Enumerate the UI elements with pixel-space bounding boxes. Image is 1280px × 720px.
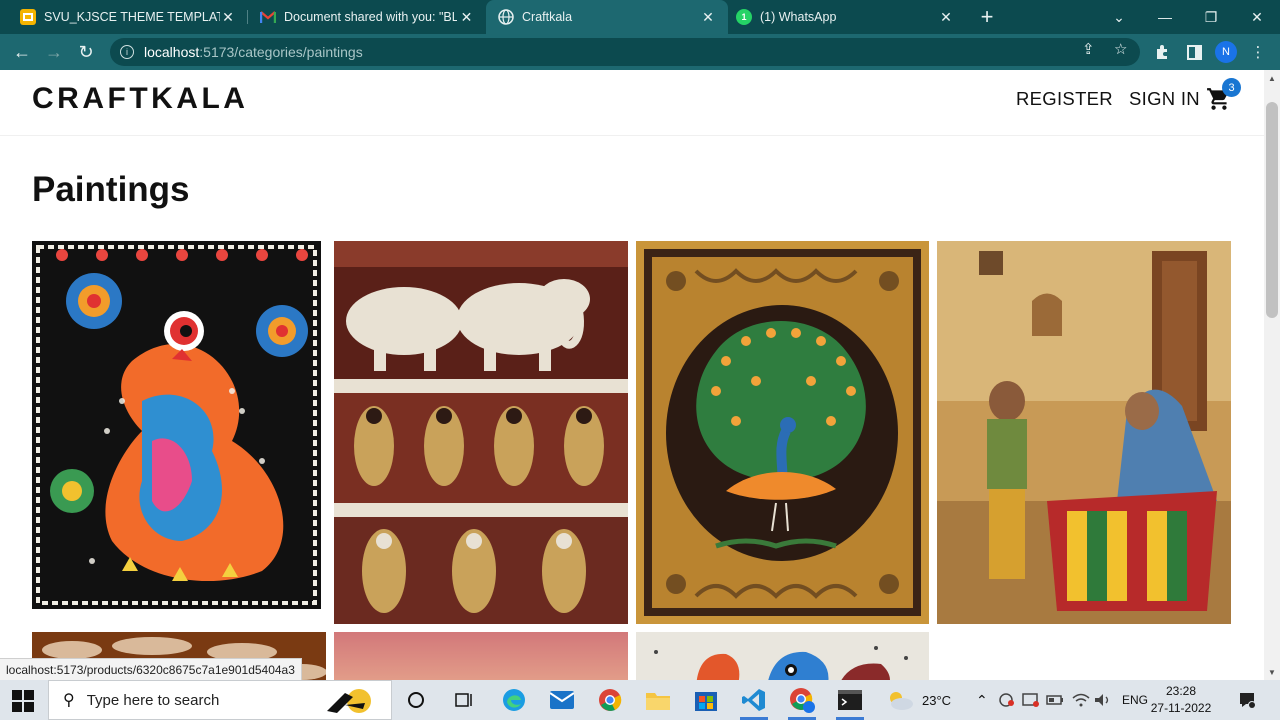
product-card-folk[interactable] bbox=[636, 632, 929, 680]
close-window-icon[interactable]: ✕ bbox=[1234, 0, 1280, 34]
profile-avatar[interactable]: N bbox=[1215, 41, 1237, 63]
meet-tray-icon[interactable] bbox=[1022, 680, 1040, 720]
register-link[interactable]: REGISTER bbox=[1016, 88, 1113, 110]
peacock-medallion-painting bbox=[636, 241, 929, 624]
whatsapp-icon: 1 bbox=[736, 9, 752, 25]
clock-time: 23:28 bbox=[1165, 684, 1197, 698]
weather-cloud-icon[interactable] bbox=[886, 686, 914, 714]
wifi-icon[interactable] bbox=[1072, 680, 1090, 720]
product-card-madhubani[interactable] bbox=[32, 241, 321, 609]
reload-icon[interactable]: ↻ bbox=[74, 40, 98, 64]
battery-icon[interactable] bbox=[1046, 680, 1064, 720]
back-icon[interactable]: ← bbox=[10, 40, 34, 64]
language-indicator[interactable]: ENG bbox=[1122, 680, 1148, 720]
tab-title: SVU_KJSCE THEME TEMPLATE FOR bbox=[44, 10, 220, 24]
site-header: CRAFTKALA REGISTER SIGN IN 3 bbox=[0, 70, 1264, 136]
notification-icon[interactable] bbox=[1238, 680, 1256, 720]
clock-date: 27-11-2022 bbox=[1150, 701, 1212, 715]
store-icon[interactable] bbox=[692, 686, 720, 714]
search-highlight-icon bbox=[323, 687, 379, 715]
tab-search-icon[interactable]: ⌄ bbox=[1096, 0, 1142, 34]
edge-icon[interactable] bbox=[500, 686, 528, 714]
folk-animals-painting bbox=[636, 632, 929, 680]
task-view-icon[interactable] bbox=[450, 686, 478, 714]
tab-craftkala[interactable]: Craftkala ✕ bbox=[486, 0, 728, 34]
close-tab-icon[interactable]: ✕ bbox=[698, 9, 718, 26]
weather-temperature[interactable]: 23°C bbox=[922, 680, 951, 720]
tab-gmail[interactable]: Document shared with you: "BLA ✕ bbox=[240, 0, 486, 34]
tab-title: Craftkala bbox=[522, 10, 573, 24]
volume-icon[interactable] bbox=[1094, 680, 1112, 720]
terminal-icon[interactable] bbox=[836, 686, 864, 714]
scrollbar-thumb[interactable] bbox=[1266, 102, 1278, 318]
tab-slides[interactable]: SVU_KJSCE THEME TEMPLATE FOR ✕ bbox=[0, 0, 246, 34]
menu-kebab-icon[interactable]: ⋮ bbox=[1248, 42, 1268, 62]
address-bar[interactable]: i localhost:5173/categories/paintings bbox=[110, 38, 1140, 66]
product-card-peacock[interactable] bbox=[636, 241, 929, 624]
search-placeholder: Type here to search bbox=[86, 691, 220, 709]
globe-icon bbox=[498, 9, 514, 25]
mail-icon[interactable] bbox=[548, 686, 576, 714]
gmail-icon bbox=[260, 9, 276, 25]
new-tab-button[interactable]: + bbox=[964, 0, 1010, 34]
share-icon[interactable]: ⇪ bbox=[1082, 40, 1095, 58]
tab-title: (1) WhatsApp bbox=[760, 10, 837, 24]
file-explorer-icon[interactable] bbox=[644, 686, 672, 714]
bookmark-star-icon[interactable]: ☆ bbox=[1114, 40, 1127, 58]
security-tray-icon[interactable] bbox=[998, 680, 1016, 720]
search-icon: ⚲ bbox=[63, 692, 75, 709]
product-card-women[interactable] bbox=[937, 241, 1231, 624]
close-tab-icon[interactable]: ✕ bbox=[457, 9, 476, 26]
minimize-icon[interactable]: — bbox=[1142, 0, 1188, 34]
kalamkari-elephants-painting bbox=[334, 241, 628, 624]
cart-count-badge: 3 bbox=[1222, 78, 1241, 97]
product-card-sunset[interactable] bbox=[334, 632, 628, 680]
taskbar-search-input[interactable]: ⚲ Type here to search bbox=[48, 680, 392, 720]
extensions-icon[interactable] bbox=[1152, 42, 1172, 62]
url-text: localhost:5173/categories/paintings bbox=[144, 44, 363, 60]
chrome-icon[interactable] bbox=[596, 686, 624, 714]
close-tab-icon[interactable]: ✕ bbox=[220, 9, 236, 26]
two-women-embroidery-painting bbox=[937, 241, 1231, 624]
tab-whatsapp[interactable]: 1 (1) WhatsApp ✕ bbox=[716, 0, 966, 34]
page-title: Paintings bbox=[32, 170, 190, 209]
cortana-icon[interactable] bbox=[402, 686, 430, 714]
scroll-up-icon[interactable]: ▲ bbox=[1264, 70, 1280, 86]
chrome-profile-icon[interactable] bbox=[788, 686, 816, 714]
browser-toolbar: ← → ↻ i localhost:5173/categories/painti… bbox=[0, 34, 1280, 70]
close-tab-icon[interactable]: ✕ bbox=[936, 9, 956, 26]
product-card-kalamkari[interactable] bbox=[334, 241, 628, 624]
page-viewport: CRAFTKALA REGISTER SIGN IN 3 Paintings bbox=[0, 70, 1264, 680]
windows-taskbar: ⚲ Type here to search 23°C ⌃ ENG 23:28 2… bbox=[0, 680, 1280, 720]
madhubani-peacock-painting bbox=[32, 241, 321, 609]
show-hidden-icons-icon[interactable]: ⌃ bbox=[976, 680, 988, 720]
forward-icon[interactable]: → bbox=[42, 40, 66, 64]
side-panel-icon[interactable] bbox=[1184, 42, 1204, 62]
sign-in-link[interactable]: SIGN IN bbox=[1129, 88, 1200, 110]
slides-icon bbox=[20, 9, 36, 25]
scroll-down-icon[interactable]: ▼ bbox=[1264, 664, 1280, 680]
tab-title: Document shared with you: "BLA bbox=[284, 10, 458, 24]
restore-icon[interactable]: ❐ bbox=[1188, 0, 1234, 34]
link-status-url: localhost:5173/products/6320c8675c7a1e90… bbox=[0, 658, 302, 680]
vscode-icon[interactable] bbox=[740, 686, 768, 714]
site-logo[interactable]: CRAFTKALA bbox=[32, 82, 248, 116]
site-info-icon[interactable]: i bbox=[120, 45, 134, 59]
taskbar-clock[interactable]: 23:28 27-11-2022 bbox=[1150, 683, 1212, 717]
pink-sunset-painting bbox=[334, 632, 628, 680]
browser-tab-strip: SVU_KJSCE THEME TEMPLATE FOR ✕ Document … bbox=[0, 0, 1280, 34]
windows-start-icon[interactable] bbox=[12, 690, 34, 712]
